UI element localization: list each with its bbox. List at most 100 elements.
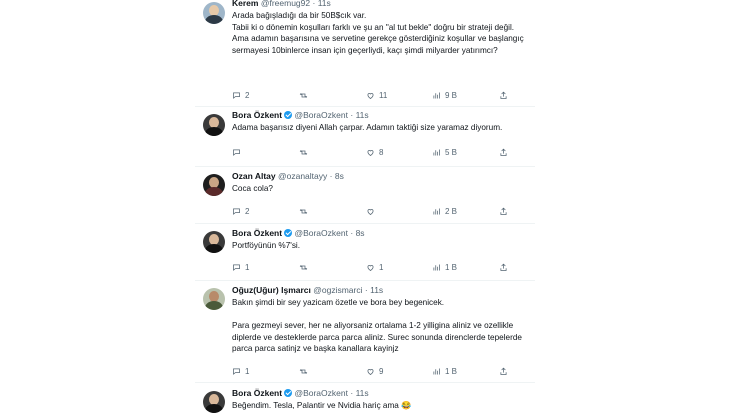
retweet-button[interactable] [299, 261, 312, 273]
views-button[interactable]: 1 B [432, 365, 457, 377]
share-button[interactable] [499, 365, 508, 377]
views-icon [433, 149, 440, 155]
reply-button[interactable]: 2 [232, 89, 249, 101]
tweet-bora-3[interactable]: Bora Özkent @BoraOzkent · 11s Beğendim. … [195, 388, 535, 420]
retweet-icon [299, 208, 308, 214]
tweet-actions: 1 1 1 B [232, 261, 532, 273]
heart-icon [367, 92, 374, 99]
reply-button[interactable]: 2 [232, 205, 249, 217]
share-button[interactable] [499, 89, 508, 101]
tweet-text: Coca cola? [232, 184, 273, 193]
tweet-text: Bakın şimdi bir sey yazicam özetle ve bo… [232, 298, 522, 353]
share-icon [500, 263, 507, 271]
timestamp[interactable]: 8s [356, 228, 365, 238]
share-icon [500, 367, 507, 375]
reply-icon [233, 208, 240, 215]
tweet-ozan[interactable]: Ozan Altay @ozanaltayy · 8s Coca cola? 2 [195, 171, 535, 221]
views-icon [433, 368, 440, 374]
tweet-text: Arada bağışladığı da bir 50B$cık var. Ta… [232, 11, 524, 55]
retweet-button[interactable] [299, 205, 312, 217]
timestamp[interactable]: 11s [370, 285, 383, 295]
reply-icon [233, 92, 240, 99]
timestamp[interactable]: 8s [335, 171, 344, 181]
tweet-header: Ozan Altay @ozanaltayy · 8s [232, 171, 344, 181]
like-button[interactable]: 8 [366, 146, 383, 158]
views-icon [433, 264, 440, 270]
retweet-button[interactable] [299, 146, 312, 158]
views-button[interactable]: 2 B [432, 205, 457, 217]
tweet-actions: 1 9 1 B [232, 365, 532, 377]
reply-button[interactable] [232, 146, 245, 158]
retweet-button[interactable] [299, 89, 312, 101]
reply-icon [233, 149, 240, 156]
tweet-bora-1[interactable]: Bora Özkent @BoraOzkent · 11s Adama başa… [195, 110, 535, 165]
author-name[interactable]: Bora Özkent [232, 228, 282, 238]
like-button[interactable]: 1 [366, 261, 383, 273]
avatar[interactable] [203, 174, 225, 196]
like-button[interactable]: 9 [366, 365, 383, 377]
tweet-oguz[interactable]: Oğuz(Uğur) Işmarcı @ogzismarci · 11s Bak… [195, 285, 535, 377]
divider [195, 280, 535, 281]
like-button[interactable]: 11 [366, 89, 387, 101]
avatar[interactable] [203, 391, 225, 413]
divider [195, 166, 535, 167]
timestamp[interactable]: 11s [356, 388, 369, 398]
heart-icon [367, 149, 374, 156]
avatar[interactable] [203, 231, 225, 253]
share-button[interactable] [499, 205, 508, 217]
author-name[interactable]: Kerem [232, 0, 258, 8]
views-button[interactable]: 5 B [432, 146, 457, 158]
reply-button[interactable]: 1 [232, 261, 249, 273]
author-handle[interactable]: @freemug92 [261, 0, 310, 8]
author-handle[interactable]: @BoraOzkent [294, 228, 348, 238]
avatar[interactable] [203, 114, 225, 136]
avatar[interactable] [203, 2, 225, 24]
share-icon [500, 148, 507, 156]
views-button[interactable]: 9 B [432, 89, 457, 101]
share-button[interactable] [499, 146, 508, 158]
tweet-text: Portföyünün %7'si. [232, 241, 301, 250]
retweet-icon [299, 149, 308, 155]
reply-icon [233, 264, 240, 271]
views-icon [433, 92, 440, 98]
divider [195, 223, 535, 224]
share-button[interactable] [499, 261, 508, 273]
timestamp[interactable]: 11s [318, 0, 331, 8]
tweet-bora-2[interactable]: Bora Özkent @BoraOzkent · 8s Portföyünün… [195, 228, 535, 278]
avatar[interactable] [203, 288, 225, 310]
author-handle[interactable]: @BoraOzkent [294, 388, 348, 398]
tweet-header: Oğuz(Uğur) Işmarcı @ogzismarci · 11s [232, 285, 384, 295]
retweet-button[interactable] [299, 365, 312, 377]
like-button[interactable] [366, 205, 379, 217]
views-button[interactable]: 1 B [432, 261, 457, 273]
divider [195, 382, 535, 383]
author-handle[interactable]: @BoraOzkent [294, 110, 348, 120]
timestamp[interactable]: 11s [356, 110, 369, 120]
author-handle[interactable]: @ogzismarci [313, 285, 362, 295]
retweet-icon [299, 368, 308, 374]
verified-badge-icon [284, 389, 293, 397]
verified-badge-icon [284, 111, 293, 119]
tweet-header: Bora Özkent @BoraOzkent · 8s [232, 228, 365, 238]
author-name[interactable]: Ozan Altay [232, 171, 276, 181]
reply-feed: Kerem @freemug92 · 11s Arada bağışladığı… [0, 0, 730, 420]
tweet-actions: 8 5 B [232, 146, 532, 158]
divider [195, 106, 535, 107]
author-name[interactable]: Bora Özkent [232, 388, 282, 398]
reply-button[interactable]: 1 [232, 365, 249, 377]
verified-badge-icon [284, 229, 293, 237]
retweet-icon [299, 264, 308, 270]
tweet-header: Bora Özkent @BoraOzkent · 11s [232, 388, 369, 398]
tweet-header: Kerem @freemug92 · 11s [232, 0, 331, 8]
author-name[interactable]: Oğuz(Uğur) Işmarcı [232, 285, 311, 295]
share-icon [500, 91, 507, 99]
heart-icon [367, 264, 374, 271]
tweet-text: Adama başarısız diyeni Allah çarpar. Ada… [232, 123, 503, 132]
tweet-kerem[interactable]: Kerem @freemug92 · 11s Arada bağışladığı… [195, 0, 535, 104]
author-name[interactable]: Bora Özkent [232, 110, 282, 120]
author-handle[interactable]: @ozanaltayy [278, 171, 327, 181]
retweet-icon [299, 92, 308, 98]
share-icon [500, 207, 507, 215]
tweet-actions: 2 11 9 B [232, 89, 532, 101]
tweet-header: Bora Özkent @BoraOzkent · 11s [232, 110, 369, 120]
